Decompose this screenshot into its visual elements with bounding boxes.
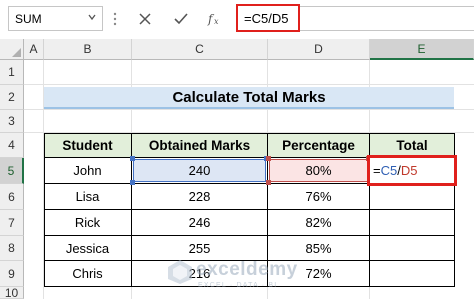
svg-text:x: x	[214, 17, 219, 26]
header-student[interactable]: Student	[44, 133, 132, 158]
reference-handle[interactable]	[130, 180, 135, 185]
table-cell[interactable]: 80%	[268, 158, 370, 184]
row-label: 9	[8, 266, 15, 281]
header-label: Obtained Marks	[148, 137, 251, 153]
table-cell[interactable]: 228	[132, 184, 268, 210]
cell-value: Lisa	[75, 189, 100, 204]
row-header-2[interactable]: 2	[0, 85, 24, 110]
exceldemy-watermark: exceldemy EXCEL · DATA · BI	[166, 254, 316, 294]
watermark-subtitle: EXCEL · DATA · BI	[198, 282, 278, 289]
exceldemy-logo-icon	[168, 260, 192, 284]
header-label: Student	[62, 137, 113, 153]
gridline	[24, 84, 474, 85]
row-header-1[interactable]: 1	[0, 60, 24, 85]
row-label: 7	[8, 215, 15, 230]
row-header-4[interactable]: 4	[0, 133, 24, 158]
table-cell[interactable]: 240	[132, 158, 268, 184]
cell-value: Chris	[72, 266, 103, 281]
select-all-corner[interactable]	[0, 39, 24, 60]
row-header-9[interactable]: 9	[0, 261, 24, 287]
row-label: 2	[8, 90, 15, 104]
formula-ref-c5: C5	[380, 163, 398, 178]
fx-icon[interactable]: fx	[202, 6, 228, 31]
formula-text: =C5/D5	[244, 11, 289, 26]
column-header-c[interactable]: C	[132, 39, 268, 60]
header-label: Total	[396, 137, 428, 153]
formula-equals: =	[373, 163, 381, 178]
row-label: 3	[8, 114, 15, 128]
cell-value: 240	[188, 163, 211, 178]
row-header-8[interactable]: 8	[0, 236, 24, 261]
table-cell[interactable]	[370, 184, 455, 210]
table-cell[interactable]	[370, 236, 455, 261]
name-box[interactable]: SUM	[8, 6, 103, 31]
sheet-title[interactable]: Calculate Total Marks	[44, 87, 454, 109]
column-label: C	[195, 42, 204, 56]
row-header-10[interactable]: 10	[0, 285, 24, 299]
header-label: Percentage	[282, 137, 355, 153]
reference-handle[interactable]	[130, 156, 135, 161]
table-cell[interactable]: Jessica	[44, 236, 132, 261]
column-header-d[interactable]: D	[268, 39, 370, 60]
row-label: 8	[8, 241, 15, 255]
watermark-name: exceldemy	[196, 259, 298, 280]
cell-value: John	[73, 163, 102, 178]
cell-value: 80%	[305, 163, 332, 178]
cell-value: 246	[188, 215, 211, 230]
cell-value: Rick	[74, 215, 101, 230]
chevron-down-icon[interactable]	[87, 10, 97, 24]
reference-handle[interactable]	[266, 156, 271, 161]
formula-bar: SUM fx =C5/D5	[0, 0, 474, 36]
checkmark-icon[interactable]	[168, 6, 194, 31]
table-cell[interactable]	[370, 210, 455, 236]
table-cell[interactable]	[370, 261, 455, 287]
cell-value: 76%	[305, 189, 332, 204]
row-header-5[interactable]: 5	[0, 158, 24, 184]
row-header-7[interactable]: 7	[0, 210, 24, 236]
row-label: 5	[7, 163, 15, 178]
row-label: 6	[8, 189, 15, 204]
table-cell[interactable]: Lisa	[44, 184, 132, 210]
row-label: 10	[4, 285, 19, 299]
formula-input[interactable]: =C5/D5	[236, 4, 300, 32]
cell-value: 82%	[305, 215, 332, 230]
column-label: A	[29, 42, 38, 56]
column-header-b[interactable]: B	[44, 39, 132, 60]
sheet-title-text: Calculate Total Marks	[172, 88, 326, 106]
cell-value: Jessica	[65, 240, 110, 256]
column-header-a[interactable]: A	[24, 39, 44, 60]
formula-input-extension[interactable]	[300, 6, 474, 31]
column-label: B	[83, 42, 92, 56]
table-cell[interactable]: 82%	[268, 210, 370, 236]
row-label: 1	[8, 65, 15, 79]
table-cell[interactable]: John	[44, 158, 132, 184]
table-cell[interactable]: 76%	[268, 184, 370, 210]
active-cell-formula: =C5/D5	[373, 163, 417, 178]
row-header-6[interactable]: 6	[0, 184, 24, 210]
drag-handle-icon[interactable]	[110, 10, 120, 28]
reference-handle[interactable]	[266, 180, 271, 185]
header-obtained-marks[interactable]: Obtained Marks	[132, 133, 268, 158]
column-label: D	[314, 42, 323, 56]
gridline	[24, 109, 474, 110]
name-box-value: SUM	[15, 12, 42, 26]
header-percentage[interactable]: Percentage	[268, 133, 370, 158]
formula-buttons: fx	[128, 6, 232, 31]
table-cell[interactable]: 246	[132, 210, 268, 236]
row-header-3[interactable]: 3	[0, 110, 24, 133]
row-label: 4	[8, 138, 15, 152]
column-header-e[interactable]: E	[370, 39, 474, 60]
formula-ref-d5: D5	[400, 163, 418, 178]
close-icon[interactable]	[132, 6, 158, 31]
column-label: E	[417, 41, 426, 56]
cell-value: 228	[188, 189, 211, 204]
table-cell[interactable]: Rick	[44, 210, 132, 236]
table-cell[interactable]: Chris	[44, 261, 132, 287]
